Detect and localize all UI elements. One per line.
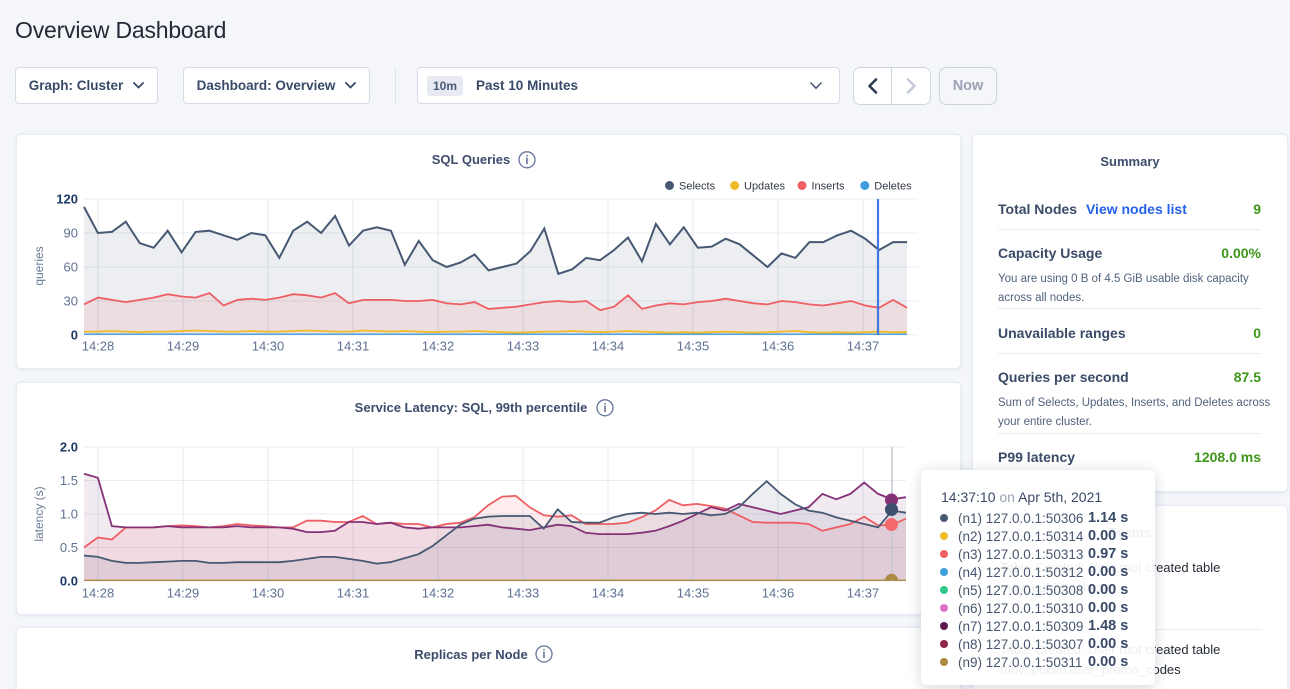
svg-text:14:34: 14:34 xyxy=(592,339,625,354)
svg-text:14:36: 14:36 xyxy=(762,586,795,601)
svg-text:i: i xyxy=(525,155,528,167)
svg-text:Updates: Updates xyxy=(744,181,785,193)
svg-text:14:28: 14:28 xyxy=(82,586,115,601)
svg-text:Inserts: Inserts xyxy=(812,181,846,193)
svg-text:14:36: 14:36 xyxy=(762,339,795,354)
svg-text:14:30: 14:30 xyxy=(252,586,285,601)
svg-text:14:31: 14:31 xyxy=(337,586,370,601)
svg-text:14:32: 14:32 xyxy=(422,586,455,601)
svg-text:latency (s): latency (s) xyxy=(32,486,46,541)
svg-text:14:33: 14:33 xyxy=(507,339,540,354)
svg-text:0.0: 0.0 xyxy=(60,574,78,589)
svg-text:i: i xyxy=(542,649,545,661)
svg-text:14:37: 14:37 xyxy=(847,339,880,354)
svg-text:60: 60 xyxy=(64,260,78,275)
svg-text:14:33: 14:33 xyxy=(507,586,540,601)
svg-text:14:28: 14:28 xyxy=(82,339,115,354)
svg-text:14:37: 14:37 xyxy=(847,586,880,601)
svg-text:14:35: 14:35 xyxy=(677,339,710,354)
svg-text:14:30: 14:30 xyxy=(252,339,285,354)
svg-text:14:35: 14:35 xyxy=(677,586,710,601)
svg-text:14:32: 14:32 xyxy=(422,339,455,354)
svg-text:2.0: 2.0 xyxy=(60,440,78,455)
svg-text:30: 30 xyxy=(64,294,78,309)
svg-text:Selects: Selects xyxy=(679,181,716,193)
svg-text:14:29: 14:29 xyxy=(167,339,200,354)
svg-text:1.5: 1.5 xyxy=(60,473,78,488)
svg-text:i: i xyxy=(603,403,606,415)
svg-text:120: 120 xyxy=(56,192,78,207)
svg-text:14:31: 14:31 xyxy=(337,339,370,354)
svg-text:Deletes: Deletes xyxy=(874,181,912,193)
svg-text:queries: queries xyxy=(32,246,46,285)
svg-text:0: 0 xyxy=(71,328,78,343)
svg-text:1.0: 1.0 xyxy=(60,507,78,522)
svg-text:14:29: 14:29 xyxy=(167,586,200,601)
svg-text:0.5: 0.5 xyxy=(60,540,78,555)
svg-text:14:34: 14:34 xyxy=(592,586,625,601)
svg-text:90: 90 xyxy=(64,226,78,241)
